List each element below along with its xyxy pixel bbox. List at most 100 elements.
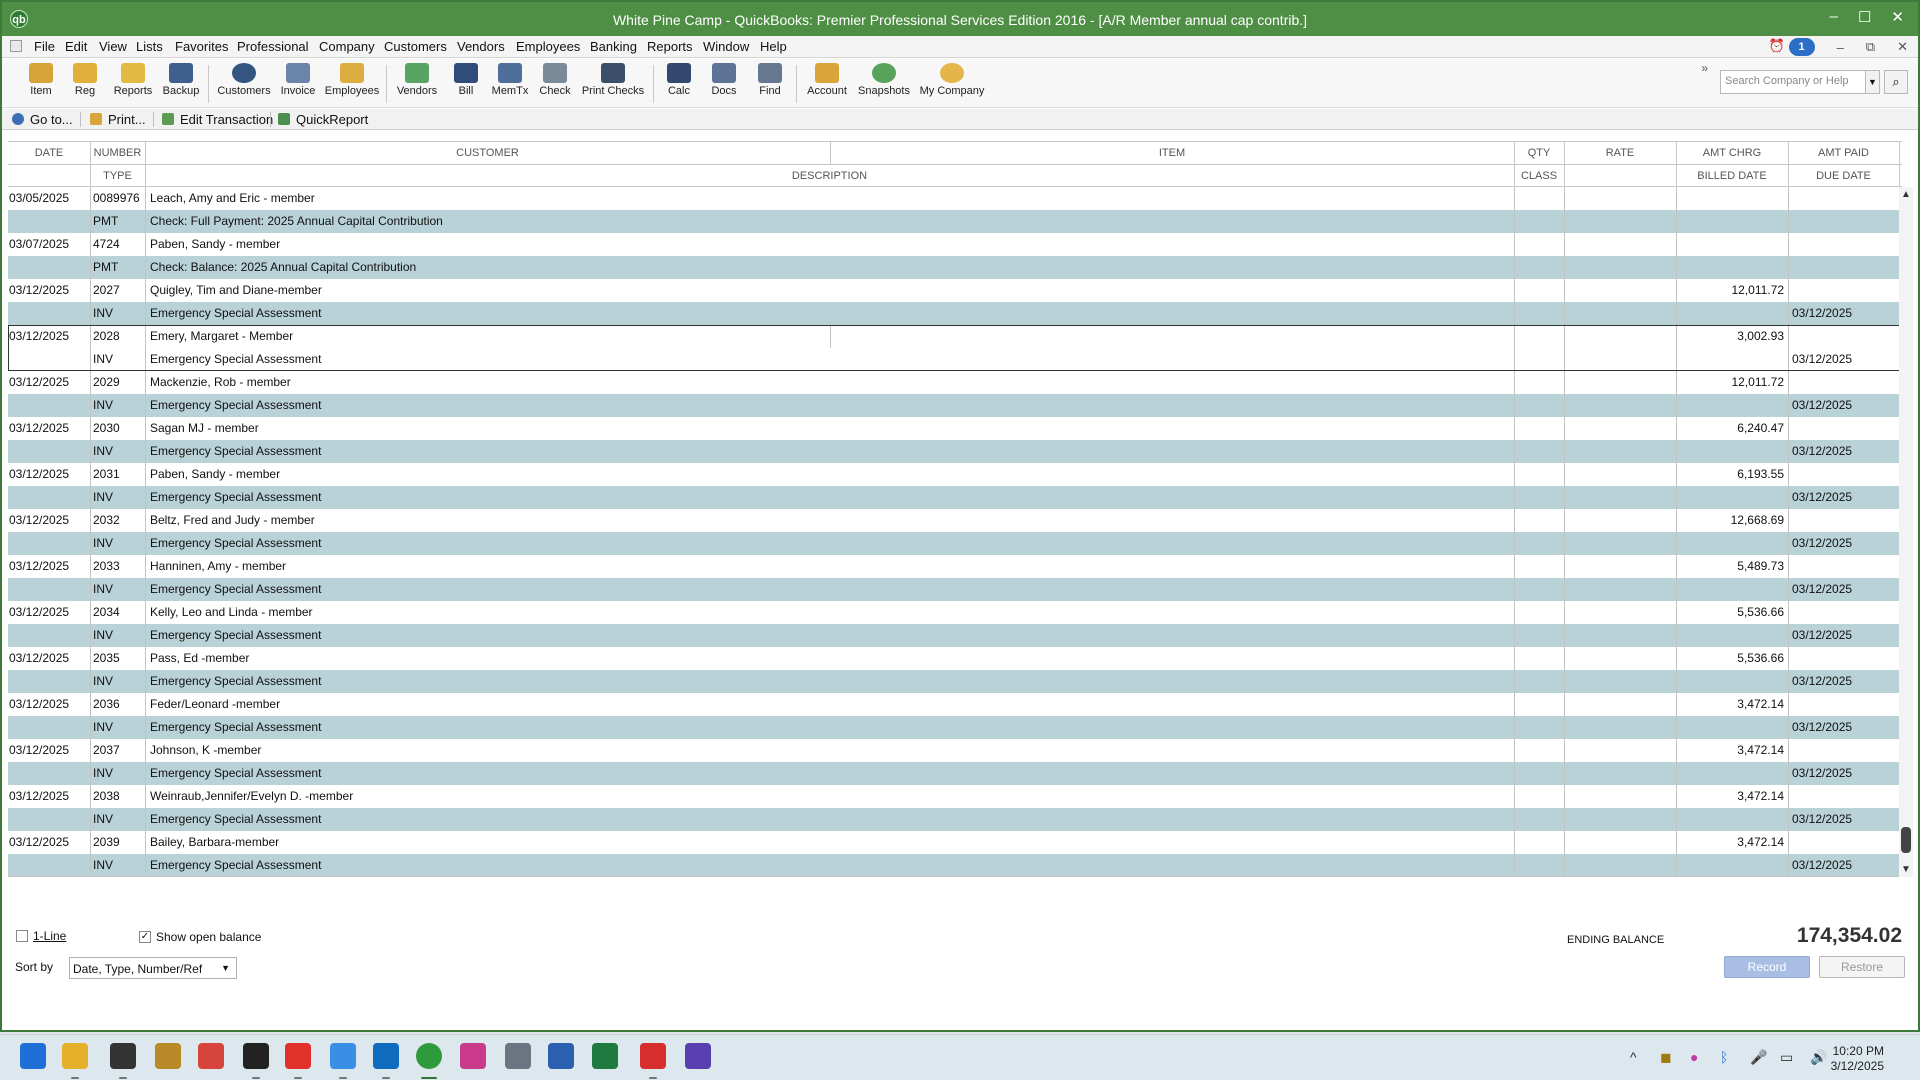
cell-due-date[interactable]: 03/12/2025 [1792, 812, 1852, 826]
stack-icon[interactable] [198, 1043, 224, 1069]
one-line-checkbox[interactable] [16, 930, 28, 942]
cell-date[interactable]: 03/05/2025 [9, 191, 69, 205]
chrome-alt-icon[interactable] [110, 1043, 136, 1069]
iconbar-check[interactable]: Check [537, 63, 573, 97]
iconbar-bill[interactable]: Bill [451, 63, 481, 97]
table-row[interactable]: 03/12/2025 2033 Hanninen, Amy - member 5,48… [8, 555, 1902, 578]
cell-due-date[interactable]: 03/12/2025 [1792, 536, 1852, 550]
iconbar-calc[interactable]: Calc [662, 63, 696, 97]
app-red-icon[interactable] [243, 1043, 269, 1069]
menu-vendors[interactable]: Vendors [457, 39, 505, 54]
iconbar-employees[interactable]: Employees [323, 63, 381, 97]
iconbar-print-checks[interactable]: Print Checks [580, 63, 646, 97]
col-header-class[interactable]: CLASS [1514, 170, 1564, 182]
acrobat-icon[interactable] [640, 1043, 666, 1069]
table-row[interactable]: 03/07/2025 4724 Paben, Sandy - member [8, 233, 1902, 256]
cell-number[interactable]: 2031 [93, 467, 120, 481]
cell-customer[interactable]: Paben, Sandy - member [150, 237, 280, 251]
sort-by-dropdown[interactable]: Date, Type, Number/Ref ▼ [69, 957, 237, 979]
cell-due-date[interactable]: 03/12/2025 [1792, 352, 1852, 366]
mdi-close-button[interactable]: ✕ [1897, 39, 1908, 55]
snip-icon[interactable] [460, 1043, 486, 1069]
cell-type[interactable]: INV [93, 582, 113, 596]
cell-due-date[interactable]: 03/12/2025 [1792, 766, 1852, 780]
show-open-balance-checkbox[interactable]: ✓ [139, 931, 151, 943]
cell-due-date[interactable]: 03/12/2025 [1792, 582, 1852, 596]
table-row-detail[interactable]: INV Emergency Special Assessment 03/12/202… [8, 762, 1902, 785]
file-explorer-icon[interactable] [62, 1043, 88, 1069]
menu-banking[interactable]: Banking [590, 39, 637, 54]
cell-due-date[interactable]: 03/12/2025 [1792, 858, 1852, 872]
table-row-detail[interactable]: INV Emergency Special Assessment 03/12/202… [8, 302, 1902, 325]
cell-type[interactable]: INV [93, 766, 113, 780]
cell-amt-chrg[interactable]: 12,668.69 [1731, 513, 1784, 527]
system-clock[interactable]: 10:20 PM 3/12/2025 [1831, 1044, 1884, 1074]
menu-file[interactable]: File [34, 39, 55, 54]
cell-customer[interactable]: Pass, Ed -member [150, 651, 249, 665]
tray-app-icon[interactable]: ◼ [1660, 1049, 1672, 1066]
iconbar-backup[interactable]: Backup [159, 63, 203, 97]
cell-type[interactable]: INV [93, 628, 113, 642]
chrome-icon[interactable] [330, 1043, 356, 1069]
cell-description[interactable]: Emergency Special Assessment [150, 490, 321, 504]
volume-icon[interactable]: 🔊 [1810, 1049, 1827, 1066]
cell-number[interactable]: 2028 [93, 329, 120, 343]
cell-customer[interactable]: Feder/Leonard -member [150, 697, 280, 711]
cell-amt-chrg[interactable]: 3,002.93 [1737, 329, 1784, 343]
iconbar-memtx[interactable]: MemTx [489, 63, 531, 97]
table-row[interactable]: 03/05/2025 0089976 Leach, Amy and Eric - m… [8, 187, 1902, 210]
vivaldi-icon[interactable] [285, 1043, 311, 1069]
menu-employees[interactable]: Employees [516, 39, 580, 54]
tray-color-app-icon[interactable]: ● [1690, 1049, 1698, 1065]
edit-transaction-button[interactable]: Edit Transaction [162, 112, 273, 127]
menu-lists[interactable]: Lists [136, 39, 163, 54]
register-scrollbar[interactable]: ▲ ▼ [1899, 187, 1913, 877]
table-row-detail[interactable]: INV Emergency Special Assessment 03/12/202… [8, 578, 1902, 601]
search-company-input[interactable]: Search Company or Help [1720, 70, 1866, 94]
cell-customer[interactable]: Sagan MJ - member [150, 421, 259, 435]
cell-due-date[interactable]: 03/12/2025 [1792, 306, 1852, 320]
iconbar-account[interactable]: Account [803, 63, 851, 97]
network-icon[interactable]: ▭ [1780, 1049, 1793, 1066]
col-header-billed-date[interactable]: BILLED DATE [1676, 170, 1788, 182]
cell-type[interactable]: INV [93, 398, 113, 412]
cell-customer[interactable]: Paben, Sandy - member [150, 467, 280, 481]
cell-customer[interactable]: Emery, Margaret - Member [150, 329, 293, 343]
table-row[interactable]: 03/12/2025 2039 Bailey, Barbara-member 3,47… [8, 831, 1902, 854]
iconbar-item[interactable]: Item [24, 63, 58, 97]
table-row-detail[interactable]: INV Emergency Special Assessment 03/12/202… [8, 670, 1902, 693]
cell-description[interactable]: Emergency Special Assessment [150, 812, 321, 826]
mdi-restore-button[interactable]: ⧉ [1866, 39, 1875, 55]
cell-type[interactable]: INV [93, 858, 113, 872]
iconbar-invoice[interactable]: Invoice [276, 63, 320, 97]
quickbooks-icon[interactable] [416, 1043, 442, 1069]
cell-description[interactable]: Emergency Special Assessment [150, 444, 321, 458]
restore-button[interactable]: Restore [1819, 956, 1905, 978]
cell-type[interactable]: INV [93, 720, 113, 734]
col-header-type[interactable]: TYPE [90, 170, 145, 182]
cell-amt-chrg[interactable]: 5,489.73 [1737, 559, 1784, 573]
col-header-description[interactable]: DESCRIPTION [145, 170, 1514, 182]
search-icon[interactable]: ⌕ [1884, 70, 1908, 94]
cell-date[interactable]: 03/12/2025 [9, 835, 69, 849]
printer-icon[interactable] [505, 1043, 531, 1069]
quickreport-button[interactable]: QuickReport [278, 112, 368, 127]
table-row-detail[interactable]: PMT Check: Full Payment: 2025 Annual Capi… [8, 210, 1902, 233]
menu-window[interactable]: Window [703, 39, 749, 54]
table-row[interactable]: 03/12/2025 2035 Pass, Ed -member 5,536.66 [8, 647, 1902, 670]
cell-customer[interactable]: Weinraub,Jennifer/Evelyn D. -member [150, 789, 353, 803]
cell-date[interactable]: 03/12/2025 [9, 605, 69, 619]
table-row[interactable]: 03/12/2025 2027 Quigley, Tim and Diane-mem… [8, 279, 1902, 302]
cell-description[interactable]: Emergency Special Assessment [150, 766, 321, 780]
col-header-rate[interactable]: RATE [1564, 147, 1676, 159]
iconbar-my-company[interactable]: My Company [916, 63, 988, 97]
cell-customer[interactable]: Quigley, Tim and Diane-member [150, 283, 322, 297]
col-header-qty[interactable]: QTY [1514, 147, 1564, 159]
cell-due-date[interactable]: 03/12/2025 [1792, 674, 1852, 688]
maximize-button[interactable]: ☐ [1858, 8, 1871, 26]
cell-date[interactable]: 03/12/2025 [9, 329, 69, 343]
cell-customer[interactable]: Bailey, Barbara-member [150, 835, 279, 849]
cell-due-date[interactable]: 03/12/2025 [1792, 720, 1852, 734]
cell-date[interactable]: 03/12/2025 [9, 467, 69, 481]
cell-date[interactable]: 03/12/2025 [9, 789, 69, 803]
